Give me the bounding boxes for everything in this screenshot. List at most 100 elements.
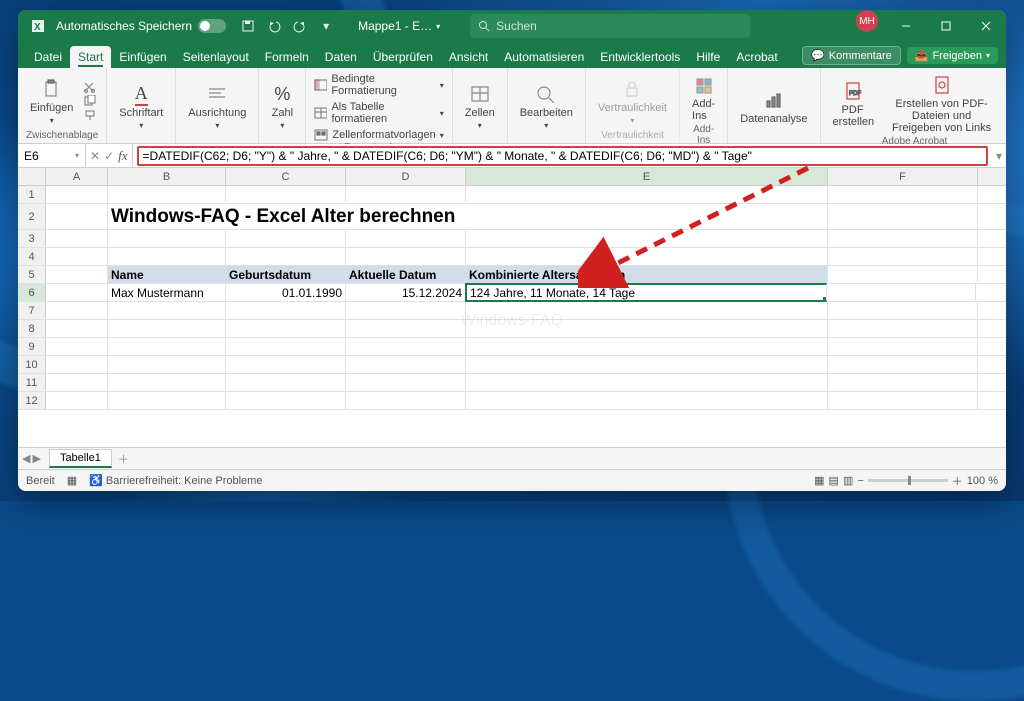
user-avatar[interactable]: MH (856, 10, 878, 32)
fx-icon[interactable]: fx (118, 148, 127, 164)
view-pagebreak-icon[interactable]: ▥ (843, 474, 853, 487)
data-birth[interactable]: 01.01.1990 (226, 284, 346, 301)
header-birth[interactable]: Geburtsdatum (226, 266, 346, 283)
excel-window: X Automatisches Speichern ▾ Mappe1 - E… … (18, 10, 1006, 491)
expand-formula-icon[interactable]: ▾ (992, 149, 1006, 163)
group-acrobat: PDFPDF erstellen Erstellen von PDF-Datei… (821, 68, 1006, 143)
paste-button[interactable]: Einfügen▾ (26, 76, 77, 127)
comments-button[interactable]: 💬Kommentare (802, 46, 901, 65)
alignment-button[interactable]: Ausrichtung▾ (184, 81, 250, 132)
data-current[interactable]: 15.12.2024 (346, 284, 466, 301)
header-combined[interactable]: Kombinierte Altersangaben (466, 266, 828, 283)
name-box[interactable]: E6▾ (18, 144, 86, 167)
redo-icon[interactable] (288, 14, 312, 38)
number-button[interactable]: %Zahl▾ (267, 81, 297, 132)
document-name[interactable]: Mappe1 - E… (358, 19, 432, 33)
data-name[interactable]: Max Mustermann (108, 284, 226, 301)
view-layout-icon[interactable]: ▤ (829, 474, 839, 487)
font-button[interactable]: ASchriftart▾ (115, 81, 167, 132)
autosave-label: Automatisches Speichern (56, 19, 192, 33)
select-all-corner[interactable] (18, 168, 46, 185)
status-ready: Bereit (26, 475, 55, 487)
formula-input[interactable]: =DATEDIF(C62; D6; "Y") & " Jahre, " & DA… (137, 146, 988, 166)
col-header-a[interactable]: A (46, 168, 108, 185)
new-sheet-button[interactable]: ＋ (118, 451, 129, 467)
row-header[interactable]: 5 (18, 266, 46, 283)
tab-entwicklertools[interactable]: Entwicklertools (592, 46, 688, 68)
svg-text:X: X (34, 22, 41, 33)
tab-datei[interactable]: Datei (26, 46, 70, 68)
zoom-in-icon[interactable]: ＋ (952, 473, 963, 489)
format-painter-icon[interactable] (83, 109, 97, 121)
editing-button[interactable]: Bearbeiten▾ (516, 81, 577, 132)
title-cell[interactable]: Windows-FAQ - Excel Alter berechnen (108, 204, 828, 229)
minimize-button[interactable] (886, 10, 926, 42)
group-editing: Bearbeiten▾ (508, 68, 586, 143)
col-header-d[interactable]: D (346, 168, 466, 185)
maximize-button[interactable] (926, 10, 966, 42)
accept-formula-icon[interactable]: ✓ (104, 149, 114, 163)
sheet-nav-prev-icon[interactable]: ◀ (22, 452, 30, 465)
col-header-e[interactable]: E (466, 168, 828, 185)
view-normal-icon[interactable]: ▦ (814, 474, 824, 487)
row-header[interactable]: 12 (18, 392, 46, 409)
sheet-nav-next-icon[interactable]: ▶ (32, 452, 40, 465)
cells-button[interactable]: Zellen▾ (461, 81, 499, 132)
excel-app-icon: X (26, 19, 50, 33)
undo-icon[interactable] (262, 14, 286, 38)
tab-ueberpruefen[interactable]: Überprüfen (365, 46, 441, 68)
column-headers: A B C D E F (18, 168, 1006, 186)
conditional-format-button[interactable]: Bedingte Formatierung▾ (314, 72, 443, 98)
zoom-slider[interactable] (868, 479, 948, 482)
row-header[interactable]: 6 (18, 284, 46, 301)
addins-button[interactable]: Add-Ins (688, 72, 719, 124)
titlebar: X Automatisches Speichern ▾ Mappe1 - E… … (18, 10, 1006, 42)
tab-formeln[interactable]: Formeln (257, 46, 317, 68)
pdf-share-button[interactable]: Erstellen von PDF-Dateien und Freigeben … (883, 72, 1001, 136)
tab-automatisieren[interactable]: Automatisieren (496, 46, 592, 68)
zoom-out-icon[interactable]: − (857, 475, 863, 487)
tab-start[interactable]: Start (70, 46, 111, 68)
sheet-tab-active[interactable]: Tabelle1 (49, 449, 112, 468)
row-header[interactable]: 4 (18, 248, 46, 265)
row-header[interactable]: 2 (18, 204, 46, 229)
tab-acrobat[interactable]: Acrobat (728, 46, 785, 68)
zoom-control[interactable]: − ＋ 100 % (857, 473, 998, 489)
row-header[interactable]: 10 (18, 356, 46, 373)
tab-daten[interactable]: Daten (317, 46, 365, 68)
tab-hilfe[interactable]: Hilfe (688, 46, 728, 68)
header-current[interactable]: Aktuelle Datum (346, 266, 466, 283)
tab-einfuegen[interactable]: Einfügen (111, 46, 174, 68)
accessibility-status[interactable]: ♿ Barrierefreiheit: Keine Probleme (89, 474, 262, 487)
cut-icon[interactable] (83, 81, 97, 93)
header-name[interactable]: Name (108, 266, 226, 283)
analysis-button[interactable]: Datenanalyse (736, 87, 811, 127)
pdf-create-button[interactable]: PDFPDF erstellen (829, 78, 877, 130)
qat-more-icon[interactable]: ▾ (314, 14, 338, 38)
close-button[interactable] (966, 10, 1006, 42)
share-button[interactable]: 📤Freigeben▾ (907, 47, 998, 64)
selected-cell[interactable]: 124 Jahre, 11 Monate, 14 Tage (465, 283, 827, 302)
col-header-b[interactable]: B (108, 168, 226, 185)
row-header[interactable]: 7 (18, 302, 46, 319)
row-header[interactable]: 3 (18, 230, 46, 247)
macro-indicator-icon[interactable]: ▦ (67, 474, 77, 487)
zoom-level[interactable]: 100 % (967, 475, 998, 487)
col-header-f[interactable]: F (828, 168, 978, 185)
row-header[interactable]: 11 (18, 374, 46, 391)
search-box[interactable]: Suchen (470, 14, 750, 38)
format-as-table-button[interactable]: Als Tabelle formatieren▾ (314, 100, 443, 126)
row-header[interactable]: 1 (18, 186, 46, 203)
save-icon[interactable] (236, 14, 260, 38)
spreadsheet-grid[interactable]: A B C D E F 1 2 Windows-FAQ - Excel Alter… (18, 168, 1006, 447)
cancel-formula-icon[interactable]: ✕ (90, 149, 100, 163)
autosave-toggle[interactable]: Automatisches Speichern (56, 19, 226, 33)
row-header[interactable]: 9 (18, 338, 46, 355)
copy-icon[interactable] (83, 95, 97, 107)
row-header[interactable]: 8 (18, 320, 46, 337)
cell-styles-button[interactable]: Zellenformatvorlagen▾ (314, 128, 443, 142)
tab-seitenlayout[interactable]: Seitenlayout (175, 46, 257, 68)
col-header-c[interactable]: C (226, 168, 346, 185)
tab-ansicht[interactable]: Ansicht (441, 46, 496, 68)
group-font: ASchriftart▾ (107, 68, 176, 143)
